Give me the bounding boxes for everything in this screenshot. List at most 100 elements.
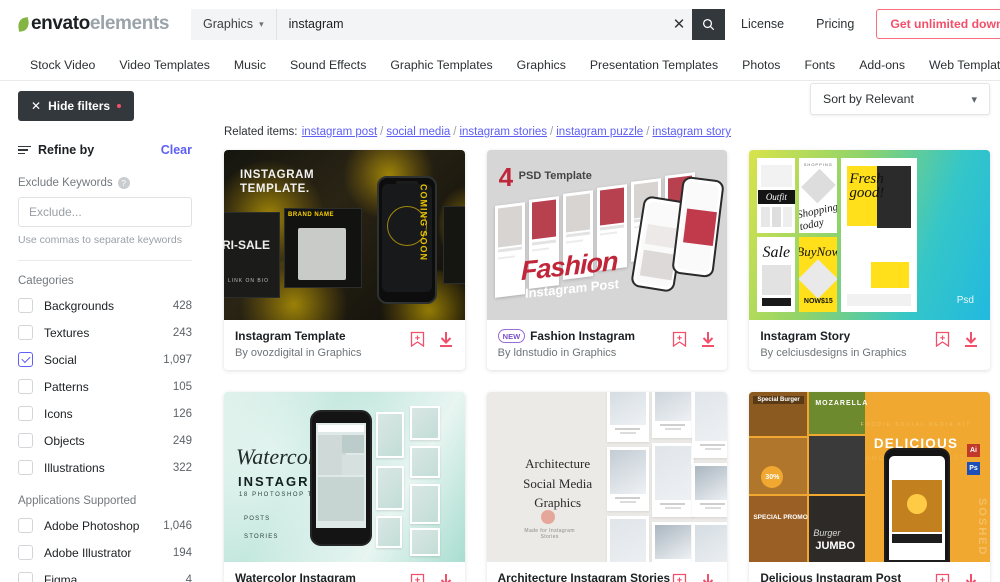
card-text: NEW Fashion Instagram By ldnstudio in Grap… [497,329,636,359]
checkbox-icon[interactable] [18,406,33,421]
filter-category-icons[interactable]: Icons 126 [18,400,192,427]
nav-item-fonts[interactable]: Fonts [792,58,847,72]
filter-category-social[interactable]: Social 1,097 [18,346,192,373]
card-title[interactable]: Delicious Instagram Post [760,571,901,582]
search-submit-button[interactable] [692,8,726,40]
checkbox-icon[interactable] [18,460,33,475]
checkbox-icon[interactable] [18,325,33,340]
download-button[interactable] [963,573,979,582]
filter-count: 194 [172,546,192,559]
nav-item-sound-effects[interactable]: Sound Effects [278,58,378,72]
card-title[interactable]: Watercolor Instagram [235,571,356,582]
filter-category-textures[interactable]: Textures 243 [18,319,192,346]
clear-search-icon[interactable]: ✕ [666,9,692,40]
card-title-text: Delicious Instagram Post [760,571,902,582]
license-link[interactable]: License [725,17,800,31]
category-select[interactable]: Graphics ▾ [191,8,277,40]
pricing-link[interactable]: Pricing [800,17,870,31]
exclude-keywords-input[interactable] [18,197,192,227]
related-link-instagram-post[interactable]: instagram post [302,126,377,138]
card-author[interactable]: By celciusdesigns in Graphics [760,347,906,359]
card-thumbnail[interactable]: Architecture Social Media Graphics Made fo… [486,392,728,562]
card-thumbnail[interactable]: Watercolor INSTAGRAM 18 PHOTOSHOP TEMPLATE… [224,392,465,562]
card-author[interactable]: By ldnstudio in Graphics [498,347,635,359]
card-meta: Delicious Instagram PostBy karkunstudio … [749,562,990,582]
nav-item-web-templates[interactable]: Web Templates [917,58,1000,72]
checkbox-icon[interactable] [18,298,33,313]
filter-app-figma[interactable]: Figma 4 [18,566,192,582]
filter-app-adobe-photoshop[interactable]: Adobe Photoshop 1,046 [18,512,192,539]
get-unlimited-downloads-button[interactable]: Get unlimited downloads [876,9,1000,39]
download-button[interactable] [438,331,454,348]
result-card[interactable]: Outfit SHOPPING Shopping today Fresh good! S… [749,150,990,370]
help-icon[interactable]: ? [117,177,130,189]
card-thumbnail[interactable]: Outfit SHOPPING Shopping today Fresh good! S… [749,150,990,320]
card-thumbnail[interactable]: 4 PSD Template Fashion Instagram Post [486,150,728,320]
card-thumbnail[interactable]: INSTAGRAM TEMPLATE. BRAND NAME RI-SALE LINK … [224,150,465,320]
nav-item-stock-video[interactable]: Stock Video [18,58,107,72]
nav-item-presentation-templates[interactable]: Presentation Templates [578,58,730,72]
filter-label: Objects [44,433,85,448]
nav-item-graphics[interactable]: Graphics [505,58,578,72]
filter-count: 126 [172,407,192,420]
related-link-instagram-stories[interactable]: instagram stories [459,126,547,138]
add-to-collection-button[interactable] [935,331,950,348]
card-text: Instagram Story By celciusdesigns in Grap… [760,329,906,359]
checkbox-icon[interactable] [18,352,33,367]
result-card[interactable]: INSTAGRAM TEMPLATE. BRAND NAME RI-SALE LINK … [224,150,465,370]
result-card[interactable]: Architecture Social Media Graphics Made fo… [486,392,728,582]
nav-item-music[interactable]: Music [222,58,278,72]
card-title[interactable]: Instagram Story [760,329,906,343]
card-title-text: Fashion Instagram [530,329,636,343]
search-input[interactable] [276,8,667,40]
related-link-instagram-puzzle[interactable]: instagram puzzle [556,126,643,138]
result-card[interactable]: 4 PSD Template Fashion Instagram Post NEW Fas… [486,150,728,370]
download-button[interactable] [438,573,454,582]
add-to-collection-button[interactable] [672,331,687,348]
card-title[interactable]: Instagram Template [235,329,362,343]
card-actions [410,571,454,582]
card-title[interactable]: Architecture Instagram Stories [498,571,670,582]
checkbox-icon[interactable] [18,545,33,560]
checkbox-icon[interactable] [18,518,33,533]
add-to-collection-button[interactable] [410,573,425,582]
checkbox-icon[interactable] [18,433,33,448]
checkbox-icon[interactable] [18,572,33,582]
clear-filters-link[interactable]: Clear [161,143,192,157]
filter-category-illustrations[interactable]: Illustrations 322 [18,454,192,481]
filter-count: 105 [172,380,192,393]
filter-category-backgrounds[interactable]: Backgrounds 428 [18,292,192,319]
add-to-collection-button[interactable] [672,573,687,582]
result-card[interactable]: Watercolor INSTAGRAM 18 PHOTOSHOP TEMPLATE… [224,392,465,582]
nav-item-add-ons[interactable]: Add-ons [847,58,917,72]
related-link-social-media[interactable]: social media [386,126,450,138]
hide-filters-button[interactable]: ✕ Hide filters [18,91,135,121]
filter-category-patterns[interactable]: Patterns 105 [18,373,192,400]
card-thumbnail[interactable]: Special Burger MOZARELLA SPECIAL PROMO JUMB… [749,392,990,562]
add-to-collection-button[interactable] [935,573,950,582]
result-card[interactable]: Special Burger MOZARELLA SPECIAL PROMO JUMB… [749,392,990,582]
filter-active-dot [117,104,122,108]
download-button[interactable] [700,331,716,348]
checkbox-icon[interactable] [18,379,33,394]
sort-dropdown[interactable]: Sort by Relevant ▾ [810,83,990,115]
chevron-down-icon: ▾ [259,18,264,29]
download-button[interactable] [963,331,979,348]
card-author[interactable]: By ovozdigital in Graphics [235,347,362,359]
card-title[interactable]: NEW Fashion Instagram [497,329,636,343]
filter-app-adobe-illustrator[interactable]: Adobe Illustrator 194 [18,539,192,566]
envato-elements-logo[interactable]: envato elements [16,13,169,35]
add-to-collection-button[interactable] [410,331,425,348]
card-title-text: Watercolor Instagram [235,571,356,582]
card-meta: Watercolor InstagramBy Sko4 in Graphics [224,562,465,582]
nav-item-video-templates[interactable]: Video Templates [107,58,221,72]
download-button[interactable] [700,573,716,582]
nav-item-graphic-templates[interactable]: Graphic Templates [378,58,504,72]
filter-count: 249 [172,434,192,447]
filter-category-objects[interactable]: Objects 249 [18,427,192,454]
results-grid: INSTAGRAM TEMPLATE. BRAND NAME RI-SALE LINK … [210,150,990,582]
related-link-instagram-story[interactable]: instagram story [652,126,731,138]
nav-item-photos[interactable]: Photos [730,58,792,72]
card-title-text: Instagram Story [760,329,851,343]
filter-count: 4 [185,573,192,582]
